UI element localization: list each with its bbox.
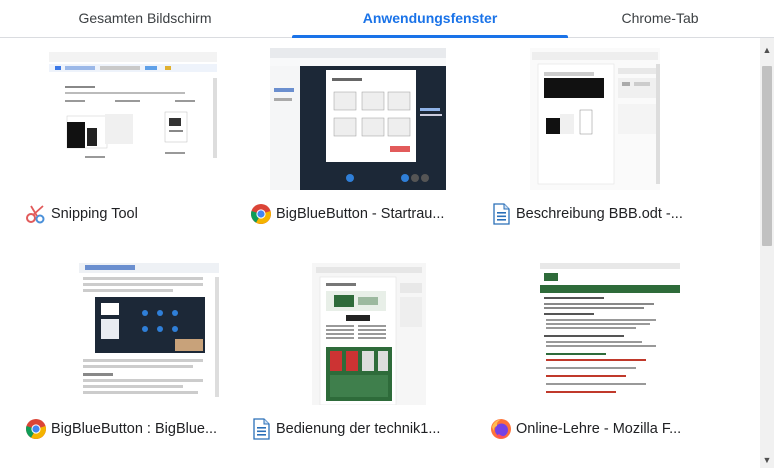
scroll-up-arrow-icon[interactable]: ▲	[760, 42, 774, 58]
window-tile-snipping-tool[interactable]: Snipping Tool	[25, 38, 245, 238]
window-tile-bedienung-der-technik[interactable]: Bedienung der technik1...	[250, 253, 470, 453]
window-label: Beschreibung BBB.odt -...	[490, 202, 720, 226]
window-preview	[510, 263, 686, 405]
writer-document-icon	[490, 203, 512, 225]
scroll-down-arrow-icon[interactable]: ▼	[760, 452, 774, 468]
window-title: Beschreibung BBB.odt -...	[516, 206, 683, 222]
window-tile-online-lehre-firefox[interactable]: Online-Lehre - Mozilla F...	[490, 253, 710, 453]
window-title: Snipping Tool	[51, 206, 138, 222]
window-preview	[270, 48, 446, 190]
window-title: BigBlueButton : BigBlue...	[51, 421, 218, 437]
tab-entire-screen[interactable]: Gesamten Bildschirm	[15, 0, 275, 37]
chrome-icon	[25, 418, 47, 440]
tab-application-window[interactable]: Anwendungsfenster	[292, 0, 568, 37]
window-label: Online-Lehre - Mozilla F...	[490, 417, 720, 441]
window-preview	[45, 48, 221, 190]
window-tile-bigbluebutton-startraum[interactable]: BigBlueButton - Startrau...	[250, 38, 470, 238]
window-preview	[510, 48, 686, 190]
window-title: Online-Lehre - Mozilla F...	[516, 421, 682, 437]
window-preview	[45, 263, 221, 405]
window-tile-bigbluebutton-bigblue[interactable]: BigBlueButton : BigBlue...	[25, 253, 245, 453]
window-label: BigBlueButton : BigBlue...	[25, 417, 255, 441]
scrollbar[interactable]: ▲ ▼	[760, 38, 774, 468]
chrome-icon	[250, 203, 272, 225]
window-title: Bedienung der technik1...	[276, 421, 441, 437]
window-preview	[270, 263, 446, 405]
snipping-tool-icon	[25, 203, 47, 225]
firefox-icon	[490, 418, 512, 440]
window-grid: Snipping Tool BigBlueButton - Startrau..…	[0, 38, 760, 468]
window-label: Bedienung der technik1...	[250, 417, 480, 441]
source-tabs: Gesamten Bildschirm Anwendungsfenster Ch…	[0, 0, 774, 38]
window-tile-beschreibung-bbb[interactable]: Beschreibung BBB.odt -...	[490, 38, 710, 238]
tab-chrome-tab[interactable]: Chrome-Tab	[560, 0, 760, 37]
scrollbar-thumb[interactable]	[762, 66, 772, 246]
window-label: BigBlueButton - Startrau...	[250, 202, 480, 226]
window-label: Snipping Tool	[25, 202, 255, 226]
window-title: BigBlueButton - Startrau...	[276, 206, 445, 222]
writer-document-icon	[250, 418, 272, 440]
